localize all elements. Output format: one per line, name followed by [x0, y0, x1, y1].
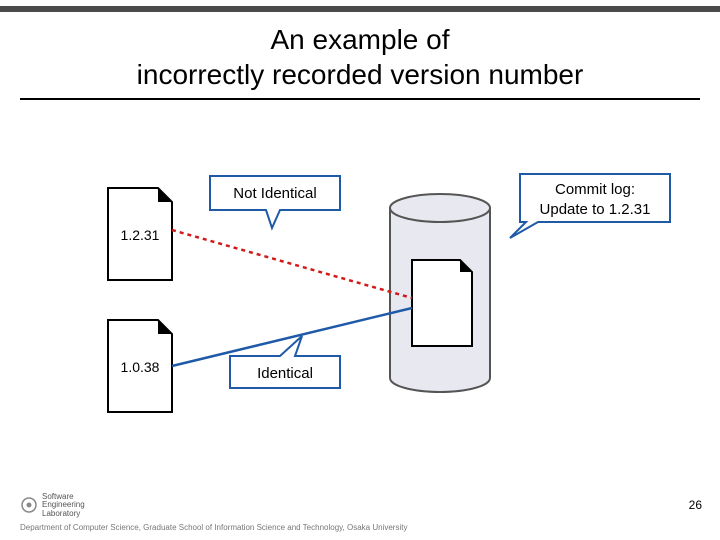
commit-log-line2: Update to 1.2.31 [540, 201, 651, 218]
title-underline [20, 98, 700, 100]
commit-log-line1: Commit log: [555, 181, 635, 198]
not-identical-callout [210, 176, 340, 228]
title-line-2: incorrectly recorded version number [0, 57, 720, 92]
file-bottom-version: 1.0.38 [121, 359, 160, 375]
page-number: 26 [689, 498, 702, 512]
logo-line3: Laboratory [42, 510, 85, 518]
header-accent-bar [0, 6, 720, 12]
repo-file-icon [412, 260, 472, 346]
file-top-version: 1.2.31 [121, 227, 160, 243]
identical-label: Identical [257, 365, 313, 382]
title-line-1: An example of [0, 22, 720, 57]
gear-icon [20, 496, 38, 514]
lab-logo: Software Engineering Laboratory [20, 493, 85, 518]
footer-affiliation: Department of Computer Science, Graduate… [20, 523, 407, 532]
not-identical-label: Not Identical [233, 185, 316, 202]
diagram-canvas: 1.2.31 1.0.38 Not Identical Identical Co… [0, 110, 720, 490]
logo-text: Software Engineering Laboratory [42, 493, 85, 518]
slide-title: An example of incorrectly recorded versi… [0, 22, 720, 92]
not-identical-line [172, 230, 412, 298]
